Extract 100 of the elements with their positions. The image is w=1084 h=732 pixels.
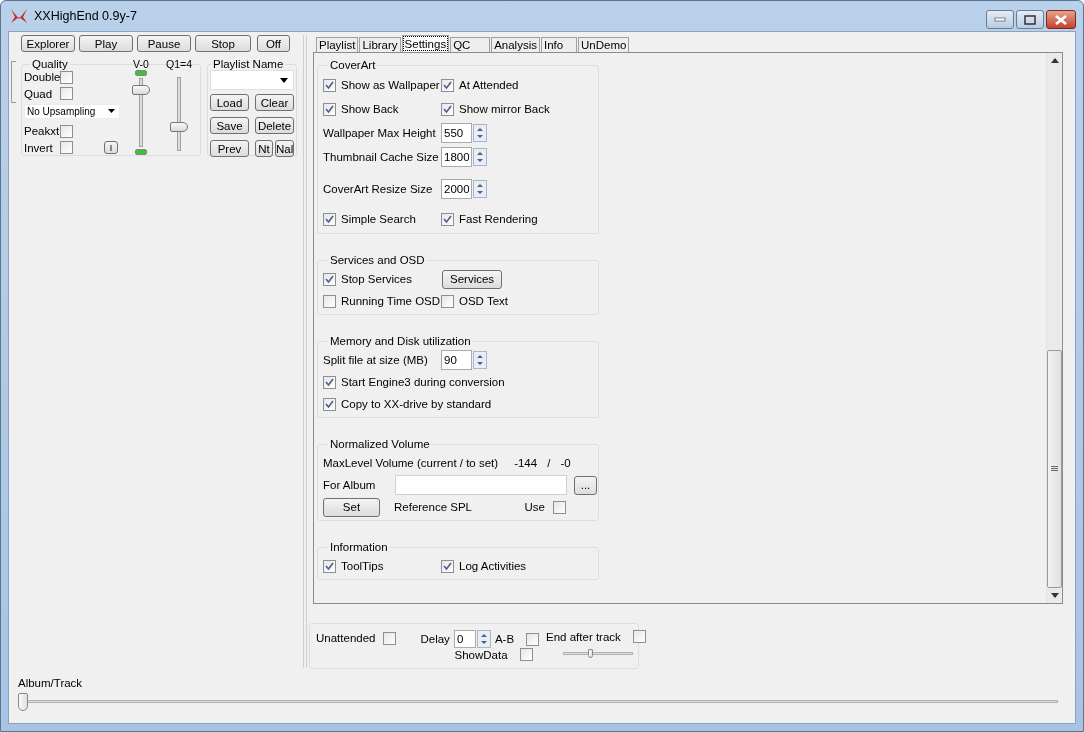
checkbox[interactable] [323,559,336,573]
spin-arrows-icon[interactable] [473,180,487,198]
slider-thumb[interactable] [132,84,150,95]
number-field[interactable]: 0 [453,630,476,648]
playlist-button[interactable]: Clear [255,94,294,111]
tab[interactable]: Library [359,37,401,52]
q-slider[interactable] [169,77,189,151]
upsampling-dropdown[interactable]: No Upsampling [24,103,120,120]
checkbox[interactable] [526,632,540,646]
checkbox[interactable] [441,78,454,92]
close-button[interactable] [1046,10,1076,29]
transport-button[interactable]: Off [257,35,290,52]
slider-thumb[interactable] [587,649,593,658]
volume-slider[interactable] [131,77,151,148]
checkbox[interactable] [519,648,533,661]
number-field[interactable]: 2000 [441,179,472,199]
checkbox[interactable] [60,141,73,155]
number-field[interactable]: 1800 [441,147,472,167]
playlist-button[interactable]: Prev [210,140,249,157]
checkbox[interactable] [383,632,397,645]
checkbox[interactable] [441,559,454,573]
checkbox[interactable] [441,102,454,116]
volume-reading: -0 [560,457,571,469]
tab[interactable]: QC [450,37,491,52]
playlist-button[interactable]: Save [210,117,249,134]
spin-arrows-icon[interactable] [473,148,487,166]
checkbox[interactable] [60,124,73,138]
checkbox[interactable] [323,272,336,286]
group-title: Information [329,541,389,553]
close-icon [1054,14,1068,25]
tab[interactable]: Playlist [316,37,359,52]
dropdown-arrow-icon [280,77,288,83]
field-label: For Album [323,479,377,491]
splitter-handle[interactable] [11,61,16,103]
tab[interactable]: Analysis [491,37,540,52]
field-label: CoverArt Resize Size [323,183,434,195]
slider-label: Q1=4 [166,58,192,71]
transport-button[interactable]: Stop [195,35,251,52]
group-title: Memory and Disk utilization [329,335,472,347]
checkbox[interactable] [553,500,566,514]
checkbox-label: End after track [546,630,621,643]
checkbox[interactable] [60,87,73,101]
option-label: Quad [24,87,54,100]
option-label: Double [24,71,60,84]
spin-arrows-icon[interactable] [476,630,491,648]
scrollbar[interactable] [1046,53,1062,603]
field-label: Wallpaper Max Height [323,127,437,139]
settings-button[interactable]: Set [323,497,380,517]
album-field[interactable] [395,475,567,495]
maximize-button[interactable] [1016,10,1044,29]
group-title: Services and OSD [329,254,426,266]
spin-arrows-icon[interactable] [473,124,487,142]
tab[interactable]: UnDemo [578,37,630,52]
slider-label: Album/Track [18,677,84,689]
i-button[interactable]: I [104,141,118,155]
slider-thumb[interactable] [170,122,188,133]
spin-arrows-icon[interactable] [473,351,487,369]
transport-button[interactable]: Explorer [21,35,75,52]
checkbox[interactable] [441,212,454,226]
number-field[interactable]: 90 [441,350,472,370]
settings-button[interactable]: ... [574,475,597,495]
playlist-button[interactable]: Nal [275,140,294,157]
playlist-button[interactable]: Load [210,94,249,111]
indicator-light [135,70,147,76]
checkbox[interactable] [323,78,336,92]
volume-reading: / [547,457,551,469]
option-label: Peakxt [24,125,60,138]
scroll-down-icon[interactable] [1050,593,1059,598]
transport-button[interactable]: Pause [137,35,191,52]
checkbox-label: Start Engine3 during conversion [341,376,505,388]
checkbox[interactable] [632,630,646,643]
playlist-button[interactable]: Nt [255,140,273,157]
minimize-button[interactable] [986,10,1014,29]
checkbox[interactable] [323,294,336,308]
scroll-up-icon[interactable] [1050,58,1059,63]
checkbox[interactable] [441,294,454,308]
playlist-button[interactable]: Delete [255,117,294,134]
tab[interactable]: Settings [401,35,450,52]
slider-thumb[interactable] [18,693,28,711]
checkbox[interactable] [60,70,73,84]
checkbox-label: Show mirror Back [459,103,550,115]
checkbox[interactable] [323,102,336,116]
settings-button[interactable]: Services [442,269,503,289]
checkbox-label: Simple Search [341,213,416,225]
volume-reading: -144 [514,457,538,469]
album-track-slider[interactable] [18,693,1058,711]
checkbox[interactable] [323,375,336,389]
checkbox[interactable] [323,397,336,411]
tab[interactable]: Info [541,37,577,52]
checkbox-label: Unattended [316,632,376,644]
checkbox-label: Show as Wallpaper [341,79,440,91]
checkbox-label: OSD Text [459,295,508,307]
small-slider[interactable] [563,649,634,659]
number-field[interactable]: 550 [441,123,472,143]
scroll-thumb[interactable] [1047,350,1062,588]
slider-label: V-0 [133,58,149,71]
minimize-icon [994,16,1006,23]
indicator-light [135,149,147,155]
transport-button[interactable]: Play [79,35,133,52]
checkbox[interactable] [323,212,336,226]
